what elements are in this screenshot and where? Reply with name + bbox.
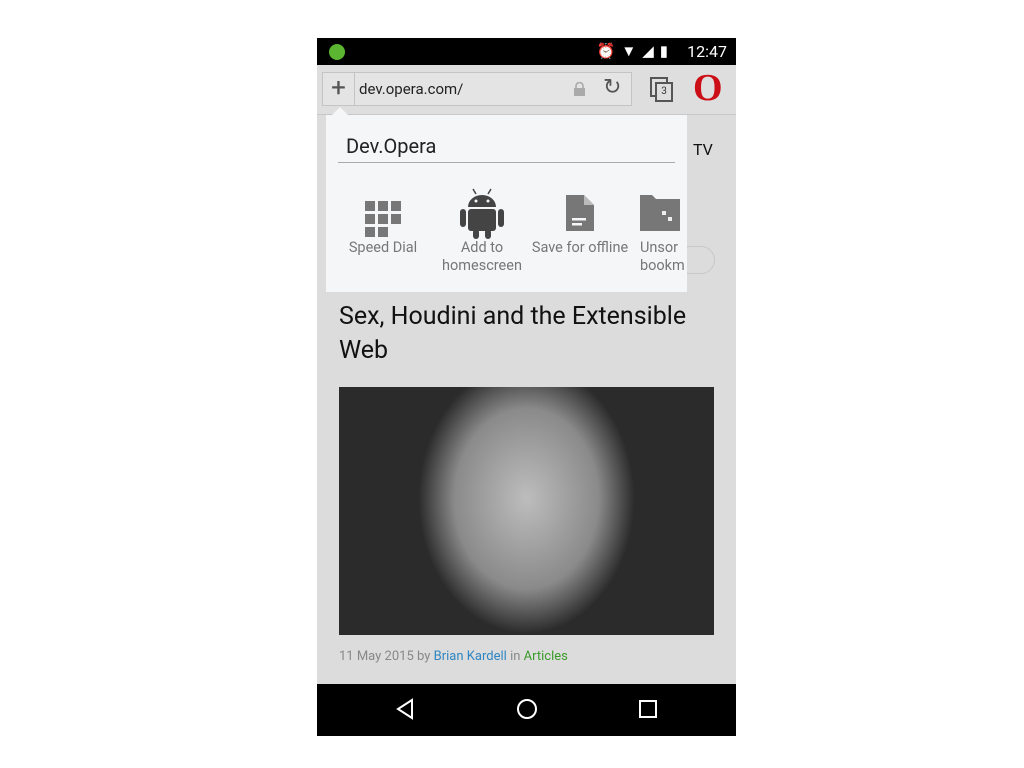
action-label: Save for offline [531, 239, 629, 256]
by-text: by [417, 649, 431, 664]
back-icon[interactable] [395, 698, 415, 724]
unsorted-bookmarks-button[interactable]: Unsor bookm [632, 185, 712, 275]
opera-menu-icon[interactable]: O [693, 68, 723, 108]
phone-screen: ⏰▼◢▮ 12:47 + dev.opera.com/ ↻ 3 O TV Dev… [317, 38, 736, 736]
reload-icon[interactable]: ↻ [603, 75, 621, 100]
lock-icon [574, 82, 585, 96]
android-nav-bar [317, 684, 736, 736]
add-to-popup: Dev.Opera Speed Dial Add to homescreen S… [326, 107, 687, 292]
add-button[interactable]: + [323, 73, 355, 105]
url-text[interactable]: dev.opera.com/ [359, 80, 463, 98]
alarm-icon: ⏰ [596, 42, 622, 60]
action-label: Unsor bookm [640, 239, 685, 274]
speed-dial-icon [365, 201, 401, 237]
article-byline: 11 May 2015 by Brian Kardell in Articles [339, 649, 568, 664]
browser-toolbar: + dev.opera.com/ ↻ 3 O [317, 65, 736, 115]
action-label: Speed Dial [348, 239, 418, 256]
clock: 12:47 [687, 42, 727, 61]
author-link[interactable]: Brian Kardell [434, 649, 507, 664]
mic-icon [329, 44, 345, 60]
folder-icon [640, 195, 680, 231]
home-icon[interactable] [516, 698, 538, 724]
address-bar[interactable]: + dev.opera.com/ ↻ [322, 72, 632, 106]
article-title[interactable]: Sex, Houdini and the Extensible Web [339, 300, 719, 368]
save-for-offline-button[interactable]: Save for offline [530, 185, 630, 257]
add-to-homescreen-button[interactable]: Add to homescreen [432, 185, 532, 275]
wifi-icon: ▼ [621, 42, 643, 60]
speed-dial-button[interactable]: Speed Dial [333, 185, 433, 257]
status-icons: ⏰▼◢▮ [597, 42, 674, 60]
category-link[interactable]: Articles [524, 649, 568, 664]
android-icon [460, 188, 504, 239]
action-label: Add to homescreen [442, 239, 522, 274]
battery-icon: ▮ [659, 42, 674, 60]
article-photo[interactable] [339, 387, 714, 635]
signal-icon: ◢ [642, 42, 660, 60]
tab-count: 3 [655, 82, 673, 102]
page-nav-fragment[interactable]: TV [693, 140, 713, 159]
document-icon [566, 195, 594, 231]
tabs-button[interactable]: 3 [650, 77, 674, 103]
status-bar: ⏰▼◢▮ 12:47 [317, 38, 736, 65]
in-text: in [510, 649, 521, 664]
article-date: 11 May 2015 [339, 649, 414, 664]
recents-icon[interactable] [639, 700, 657, 722]
bookmark-title-input[interactable]: Dev.Opera [338, 131, 675, 163]
